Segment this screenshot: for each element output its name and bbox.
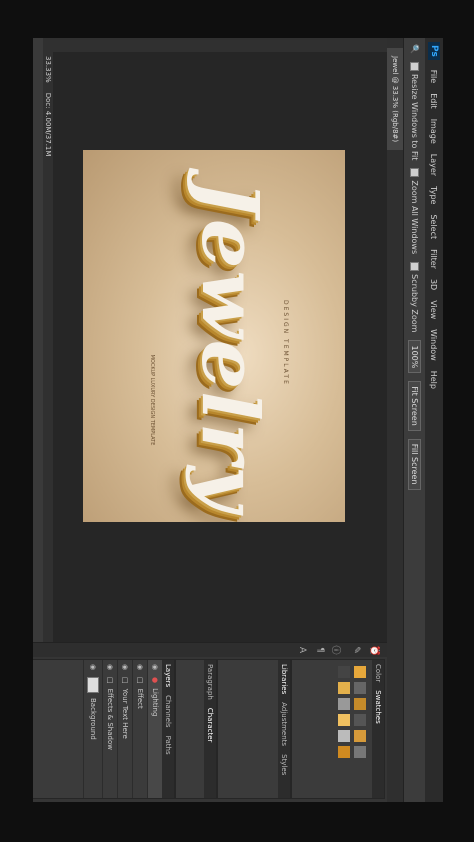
swatch-grid: [332, 660, 372, 798]
menu-image[interactable]: Image: [430, 119, 439, 144]
fx-icon: ●: [151, 677, 159, 684]
menu-help[interactable]: Help: [430, 371, 439, 389]
swatch[interactable]: [354, 714, 366, 726]
tab-layers[interactable]: Layers: [164, 664, 172, 687]
checkbox-icon[interactable]: [410, 168, 419, 178]
eye-icon[interactable]: ◉: [89, 664, 97, 672]
checkbox-icon[interactable]: [410, 262, 419, 272]
libraries-tabs: Libraries Adjustments Styles: [278, 660, 290, 798]
menu-file[interactable]: File: [430, 70, 439, 83]
menu-type[interactable]: Type: [430, 186, 439, 204]
zoom-readout[interactable]: 33.33%: [44, 56, 52, 83]
eye-icon[interactable]: ◉: [121, 664, 129, 672]
artwork-subtitle: DESIGN TEMPLATE: [282, 300, 289, 386]
options-bar: 🔍 Resize Windows to Fit Zoom All Windows…: [403, 38, 425, 802]
folder-icon: □: [121, 677, 129, 684]
tab-character[interactable]: Character: [206, 708, 214, 743]
document-tab[interactable]: Jewel @ 33.3% (Rgb/8#): [387, 48, 403, 151]
swatch[interactable]: [338, 698, 350, 710]
swatch[interactable]: [354, 698, 366, 710]
checkbox-icon[interactable]: [410, 61, 419, 71]
swatch[interactable]: [354, 746, 366, 758]
layer-name: Lighting: [151, 688, 159, 717]
info-icon[interactable]: ⓘ: [330, 645, 343, 655]
app-logo: Ps: [428, 42, 440, 60]
tab-adjustments[interactable]: Adjustments: [280, 702, 288, 746]
zoom-all-windows-option[interactable]: Zoom All Windows: [410, 168, 419, 254]
layer-row[interactable]: ◉ Background: [83, 660, 102, 798]
zoom-tool-icon[interactable]: 🔍: [410, 44, 419, 54]
layer-row[interactable]: ◉ □ Effects & Shadow: [102, 660, 117, 798]
layer-row[interactable]: ◉ ● Lighting: [147, 660, 162, 798]
doc-size: Doc: 4.00M/37.1M: [44, 92, 52, 157]
resize-windows-option[interactable]: Resize Windows to Fit: [410, 61, 419, 160]
swatch[interactable]: [338, 666, 350, 678]
menu-view[interactable]: View: [430, 300, 439, 319]
folder-icon: □: [136, 677, 144, 684]
screen: Ps File Edit Image Layer Type Select Fil…: [33, 38, 443, 802]
layer-row[interactable]: ◉ □ Your Text Here: [117, 660, 132, 798]
history-icon[interactable]: ⏰: [369, 645, 379, 656]
tools-panel[interactable]: [43, 38, 387, 52]
menu-select[interactable]: Select: [430, 214, 439, 239]
swatch[interactable]: [354, 666, 366, 678]
tab-styles[interactable]: Styles: [280, 754, 288, 775]
layer-thumbnail: [87, 677, 99, 693]
canvas-area[interactable]: DESIGN TEMPLATE Jewelry MOCKUP LUXURY DE…: [43, 52, 387, 660]
character-tabs: Paragraph Character: [204, 660, 216, 798]
paragraph-icon[interactable]: ¶: [315, 645, 325, 655]
tab-libraries[interactable]: Libraries: [280, 664, 288, 694]
document-tab-bar: Jewel @ 33.3% (Rgb/8#): [387, 38, 403, 802]
layer-name: Background: [89, 698, 97, 740]
scrubby-zoom-option[interactable]: Scrubby Zoom: [410, 262, 419, 332]
menu-layer[interactable]: Layer: [430, 154, 439, 176]
photoshop-workspace: Ps File Edit Image Layer Type Select Fil…: [33, 38, 443, 802]
character-icon[interactable]: A: [297, 645, 307, 655]
status-bar: 33.33% Doc: 4.00M/37.1M: [43, 52, 53, 660]
eye-icon[interactable]: ◉: [106, 664, 114, 672]
artwork-caption: MOCKUP LUXURY DESIGN TEMPLATE: [149, 354, 155, 446]
swatches-panel: Color Swatches: [291, 659, 385, 799]
panel-icon-strip: ⏰ ✎ ⓘ ¶ A: [33, 643, 387, 657]
tab-channels[interactable]: Channels: [164, 695, 172, 727]
layer-name: Your Text Here: [121, 688, 129, 739]
artwork-canvas[interactable]: DESIGN TEMPLATE Jewelry MOCKUP LUXURY DE…: [83, 150, 345, 522]
menu-window[interactable]: Window: [430, 329, 439, 361]
menu-filter[interactable]: Filter: [430, 249, 439, 269]
tab-paths[interactable]: Paths: [164, 736, 172, 755]
swatches-tabs: Color Swatches: [372, 660, 384, 798]
layer-name: Effect: [136, 688, 144, 709]
fit-screen-button[interactable]: Fit Screen: [408, 381, 421, 431]
fill-screen-button[interactable]: Fill Screen: [408, 438, 421, 490]
panel-dock: ⏰ ✎ ⓘ ¶ A Color Swatches Libraries Adjus…: [33, 642, 387, 802]
layer-row[interactable]: ◉ □ Effect: [132, 660, 147, 798]
tab-color[interactable]: Color: [374, 664, 382, 682]
swatch[interactable]: [338, 714, 350, 726]
eye-icon[interactable]: ◉: [136, 664, 144, 672]
tab-paragraph[interactable]: Paragraph: [206, 664, 214, 700]
folder-icon: □: [106, 677, 114, 684]
menu-edit[interactable]: Edit: [430, 93, 439, 109]
swatch[interactable]: [338, 746, 350, 758]
eye-icon[interactable]: ◉: [151, 664, 159, 672]
layers-panel: Layers Channels Paths ◉ ● Lighting ◉ □ E…: [33, 659, 175, 799]
swatch[interactable]: [338, 730, 350, 742]
tab-swatches[interactable]: Swatches: [374, 690, 382, 723]
swatch[interactable]: [354, 682, 366, 694]
artwork-headline: Jewelry: [184, 180, 275, 514]
swatch[interactable]: [338, 682, 350, 694]
menu-3d[interactable]: 3D: [430, 279, 439, 290]
brush-settings-icon[interactable]: ✎: [351, 645, 361, 655]
menu-bar: Ps File Edit Image Layer Type Select Fil…: [425, 38, 443, 802]
character-panel: Paragraph Character: [175, 659, 217, 799]
libraries-panel: Libraries Adjustments Styles: [217, 659, 291, 799]
layers-tabs: Layers Channels Paths: [162, 660, 174, 798]
swatch[interactable]: [354, 730, 366, 742]
zoom-100-button[interactable]: 100%: [408, 340, 421, 374]
layer-name: Effects & Shadow: [106, 688, 114, 750]
